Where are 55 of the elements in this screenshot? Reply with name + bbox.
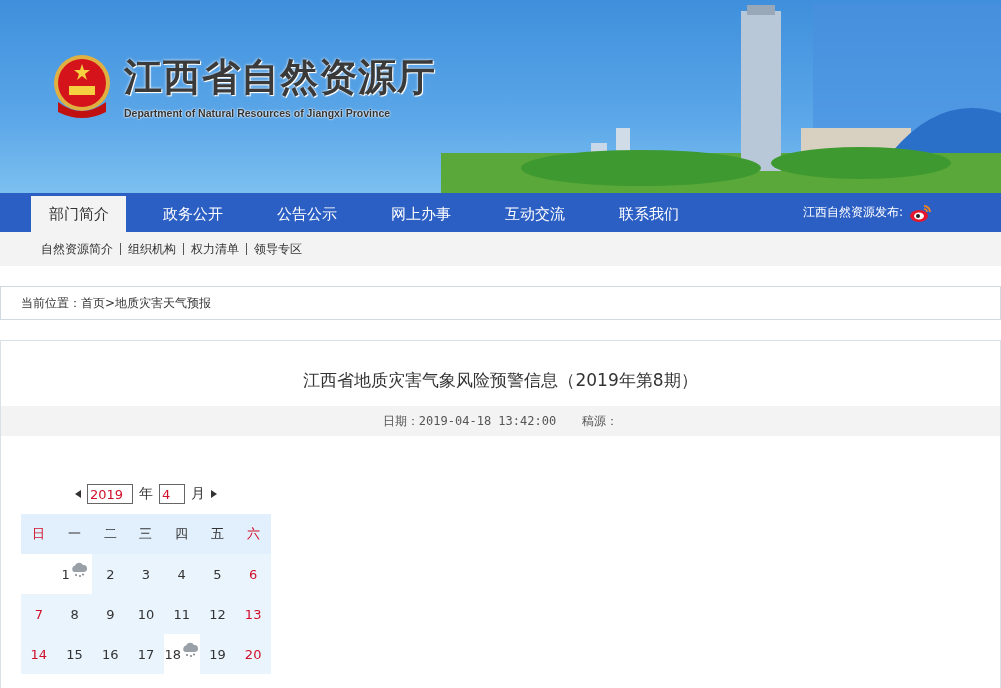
weekday-header: 六 bbox=[235, 514, 271, 554]
calendar-day[interactable]: 6 bbox=[235, 554, 271, 594]
calendar-day[interactable]: 8 bbox=[56, 594, 93, 634]
calendar-day[interactable]: 11 bbox=[163, 594, 200, 634]
nav-tab[interactable]: 联系我们 bbox=[601, 196, 696, 232]
emblem-icon bbox=[52, 53, 112, 118]
calendar-day[interactable]: 7 bbox=[21, 594, 57, 634]
calendar-day[interactable]: 2 bbox=[92, 554, 129, 594]
month-label: 月 bbox=[191, 485, 205, 503]
calendar-day[interactable]: 5 bbox=[199, 554, 236, 594]
year-field[interactable]: 2019 bbox=[87, 484, 133, 504]
calendar-day[interactable]: 10 bbox=[128, 594, 164, 634]
breadcrumb-label: 当前位置： bbox=[21, 294, 81, 312]
next-icon[interactable] bbox=[211, 490, 217, 498]
calendar-day[interactable]: 14 bbox=[21, 634, 57, 674]
sub-nav-link[interactable]: 领导专区 bbox=[254, 240, 302, 258]
calendar-day[interactable]: 3 bbox=[128, 554, 164, 594]
site-title: 江西省自然资源厅 bbox=[124, 54, 436, 101]
sub-nav-link[interactable]: 权力清单 bbox=[191, 240, 239, 258]
month-field[interactable]: 4 bbox=[159, 484, 185, 504]
nav-tab[interactable]: 公告公示 bbox=[259, 196, 354, 232]
site-subtitle: Department of Natural Resources of Jiangxi Province bbox=[124, 107, 392, 119]
rain-cloud-icon bbox=[180, 642, 199, 658]
article-source: 稿源： bbox=[582, 412, 619, 430]
previous-icon[interactable] bbox=[75, 490, 81, 498]
calendar-day[interactable]: 16 bbox=[92, 634, 129, 674]
nav-tab[interactable]: 部门简介 bbox=[31, 196, 126, 232]
calendar-day[interactable]: 13 bbox=[235, 594, 271, 634]
weekday-header: 一 bbox=[56, 514, 93, 554]
nav-tab[interactable]: 互动交流 bbox=[487, 196, 582, 232]
breadcrumb-path[interactable]: 首页>地质灾害天气预报 bbox=[81, 294, 212, 312]
calendar-day[interactable]: 12 bbox=[199, 594, 236, 634]
sub-nav-link[interactable]: 组织机构 bbox=[128, 240, 176, 258]
nav-tab[interactable]: 政务公开 bbox=[145, 196, 240, 232]
weekday-header: 四 bbox=[163, 514, 200, 554]
article-title: 江西省地质灾害气象风险预警信息（2019年第8期） bbox=[302, 369, 699, 392]
weekday-header: 二 bbox=[92, 514, 129, 554]
calendar-day[interactable]: 19 bbox=[199, 634, 236, 674]
weekday-header: 日 bbox=[21, 514, 57, 554]
nav-tab[interactable]: 网上办事 bbox=[373, 196, 468, 232]
calendar-day[interactable]: 15 bbox=[56, 634, 93, 674]
calendar-day[interactable]: 20 bbox=[235, 634, 271, 674]
social-icon[interactable] bbox=[909, 202, 933, 223]
calendar-day[interactable]: 9 bbox=[92, 594, 129, 634]
sub-nav-link[interactable]: 自然资源简介 bbox=[41, 240, 113, 258]
article-date: 日期：2019-04-18 13:42:00 bbox=[382, 412, 557, 430]
calendar-day[interactable]: 4 bbox=[163, 554, 200, 594]
weekday-header: 五 bbox=[199, 514, 236, 554]
calendar-day[interactable]: 1 bbox=[56, 554, 93, 594]
calendar-day[interactable]: 17 bbox=[128, 634, 164, 674]
calendar-day[interactable]: 18 bbox=[163, 634, 200, 674]
year-label: 年 bbox=[139, 485, 153, 503]
release-label: 江西自然资源发布: bbox=[802, 204, 903, 221]
weekday-header: 三 bbox=[128, 514, 164, 554]
rain-cloud-icon bbox=[69, 562, 88, 578]
